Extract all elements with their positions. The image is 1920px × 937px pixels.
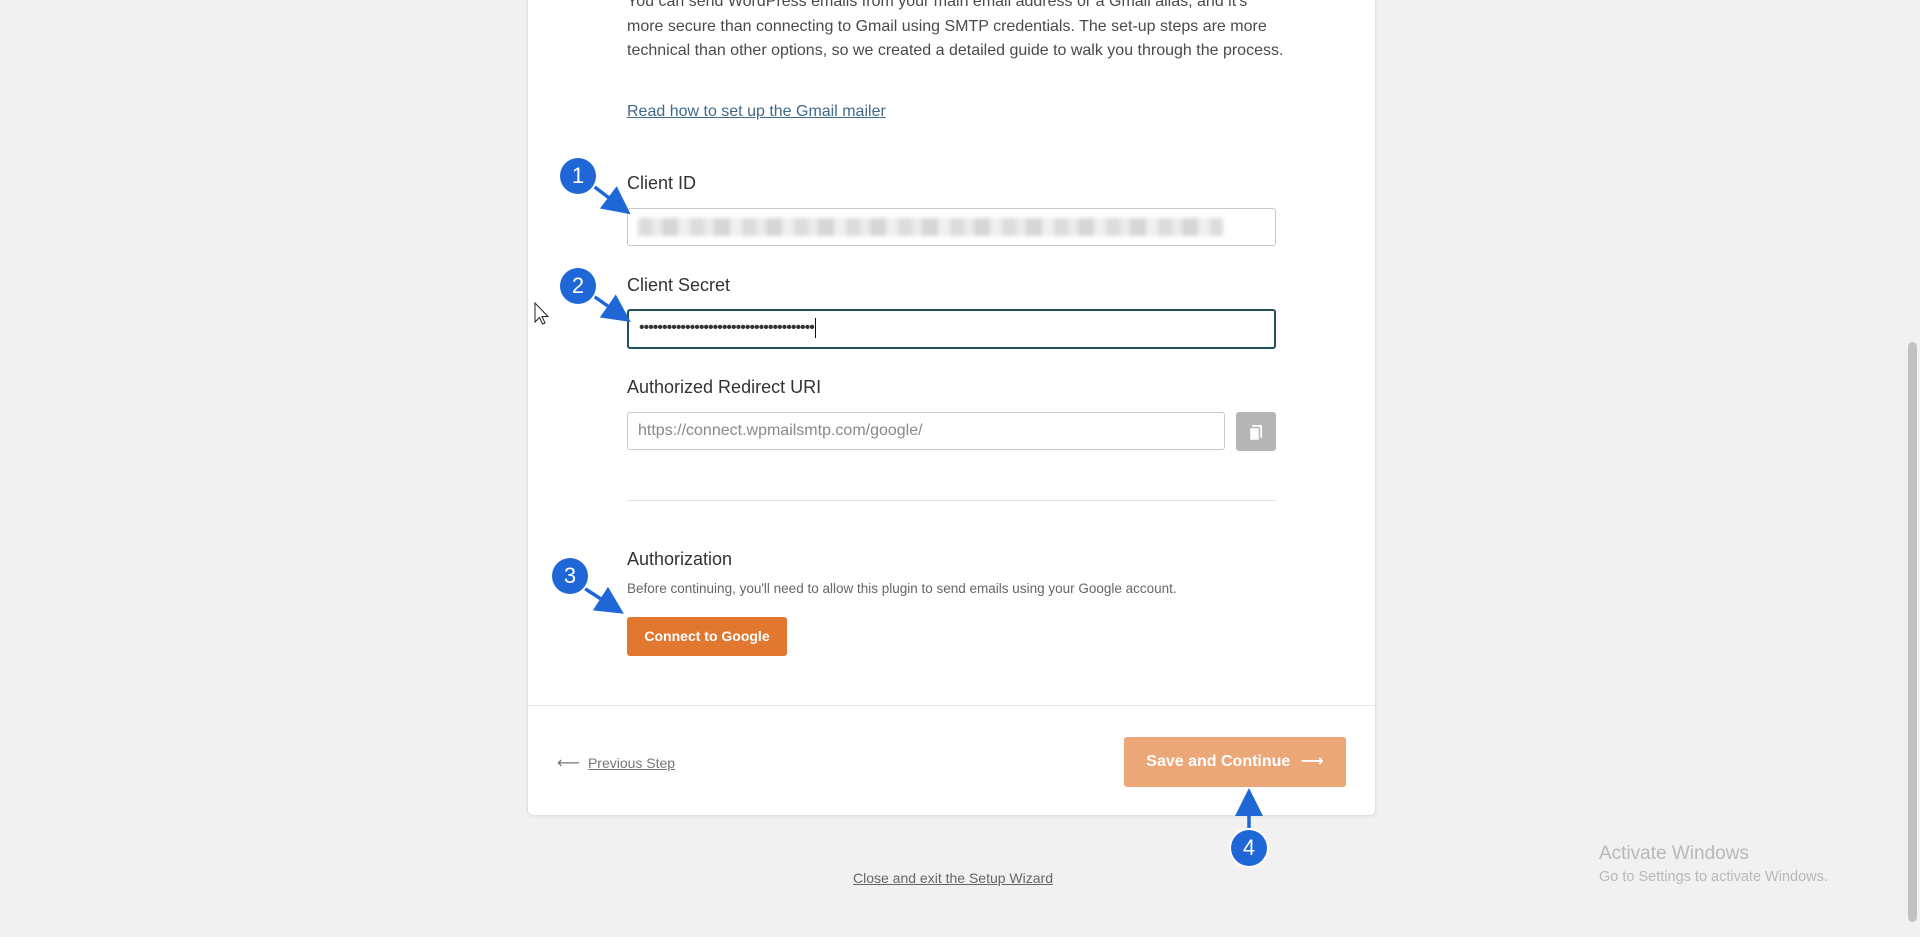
annotation-badge-4: 4 [1231, 830, 1267, 866]
annotation-badge-2: 2 [560, 268, 596, 304]
annotation-badge-1: 1 [560, 158, 596, 194]
annotation-badge-3: 3 [552, 558, 588, 594]
annotation-arrow-1 [590, 183, 631, 215]
annotation-arrow-2 [590, 293, 631, 323]
annotation-arrows [534, 183, 1263, 828]
annotation-arrow-3 [583, 586, 624, 614]
mouse-cursor-icon [534, 301, 550, 325]
